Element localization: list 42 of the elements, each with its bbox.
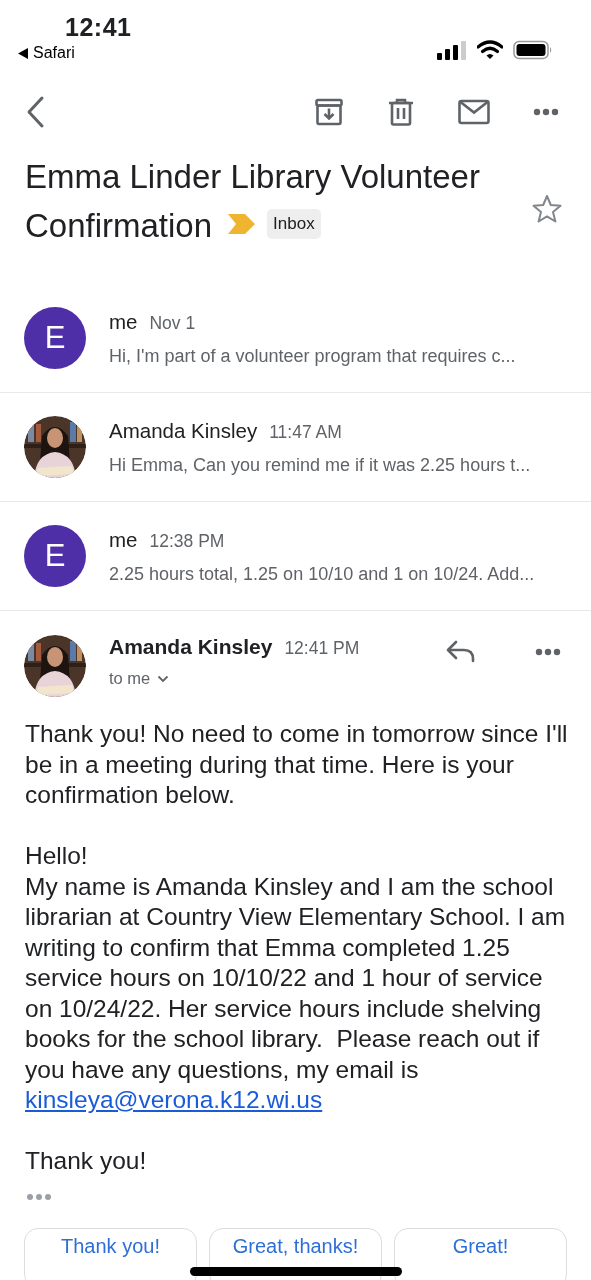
sender-name: Amanda Kinsley bbox=[109, 635, 273, 659]
body-text: Thank you! bbox=[25, 1146, 148, 1176]
message-time: 12:38 PM bbox=[149, 530, 225, 552]
trash-icon[interactable] bbox=[387, 97, 415, 127]
body-text: Hello! bbox=[25, 841, 89, 871]
more-icon[interactable] bbox=[535, 648, 561, 656]
body-text: My name is Amanda Kinsley and I am the school librarian at Country View Elementary School. I am writing to confirm that Emma completed 1.25 service hours on 10/10/22 and 1 hour of service on 10/24/22. Her service hours include shelving books for the school library. Please reach out if you have any questions, my email is bbox=[25, 871, 567, 1085]
clock: 12:41 bbox=[65, 12, 132, 42]
show-trimmed-content-icon[interactable] bbox=[26, 1192, 52, 1201]
avatar: E bbox=[24, 307, 86, 369]
importance-marker-icon[interactable] bbox=[228, 214, 256, 234]
label-chip[interactable]: Inbox bbox=[267, 209, 321, 239]
smart-reply-button[interactable]: Great! bbox=[394, 1227, 567, 1280]
chevron-down-icon bbox=[157, 674, 170, 683]
email-link[interactable]: kinsleya@verona.k12.wi.us bbox=[25, 1086, 323, 1113]
mail-icon[interactable] bbox=[458, 99, 490, 125]
battery-icon bbox=[513, 40, 553, 60]
triangle-left-icon bbox=[18, 47, 28, 59]
collapsed-message[interactable]: E me Nov 1 Hi, I'm part of a volunteer program that requires c... bbox=[0, 284, 591, 393]
wifi-icon bbox=[477, 40, 503, 60]
reply-icon[interactable] bbox=[446, 639, 476, 663]
sender-name: me bbox=[109, 309, 138, 334]
collapsed-message[interactable]: E me 12:38 PM 2.25 hours total, 1.25 on 10/10 and 1 on 10/24. Add... bbox=[0, 502, 591, 611]
back-to-app-link[interactable]: Safari bbox=[18, 44, 132, 62]
message-preview: 2.25 hours total, 1.25 on 10/10 and 1 on 10/24. Add... bbox=[109, 563, 536, 585]
archive-icon[interactable] bbox=[314, 97, 344, 127]
avatar: E bbox=[24, 525, 86, 587]
email-subject: Emma Linder Library Volunteer Confirmation Inbox bbox=[25, 157, 481, 246]
signal-icon bbox=[437, 40, 467, 60]
body-text: Thank you! No need to come in tomorrow since I'll be in a meeting during that time. Here is your confirmation below. bbox=[25, 719, 569, 810]
sender-name: Amanda Kinsley bbox=[109, 418, 258, 443]
message-preview: Hi Emma, Can you remind me if it was 2.25 hours t... bbox=[109, 454, 532, 476]
message-time: 11:47 AM bbox=[269, 421, 342, 443]
message-time: 12:41 PM bbox=[284, 638, 360, 659]
smart-reply-button[interactable]: Thank you! bbox=[24, 1227, 197, 1280]
more-icon[interactable] bbox=[533, 108, 559, 116]
star-icon[interactable] bbox=[532, 194, 562, 224]
message-preview: Hi, I'm part of a volunteer program that requires c... bbox=[109, 345, 517, 367]
message-time: Nov 1 bbox=[149, 312, 196, 334]
recipient-details-toggle[interactable]: to me bbox=[109, 669, 170, 688]
sender-name: me bbox=[109, 527, 138, 552]
collapsed-message[interactable]: Amanda Kinsley 11:47 AM Hi Emma, Can you remind me if it was 2.25 hours t... bbox=[0, 393, 591, 502]
